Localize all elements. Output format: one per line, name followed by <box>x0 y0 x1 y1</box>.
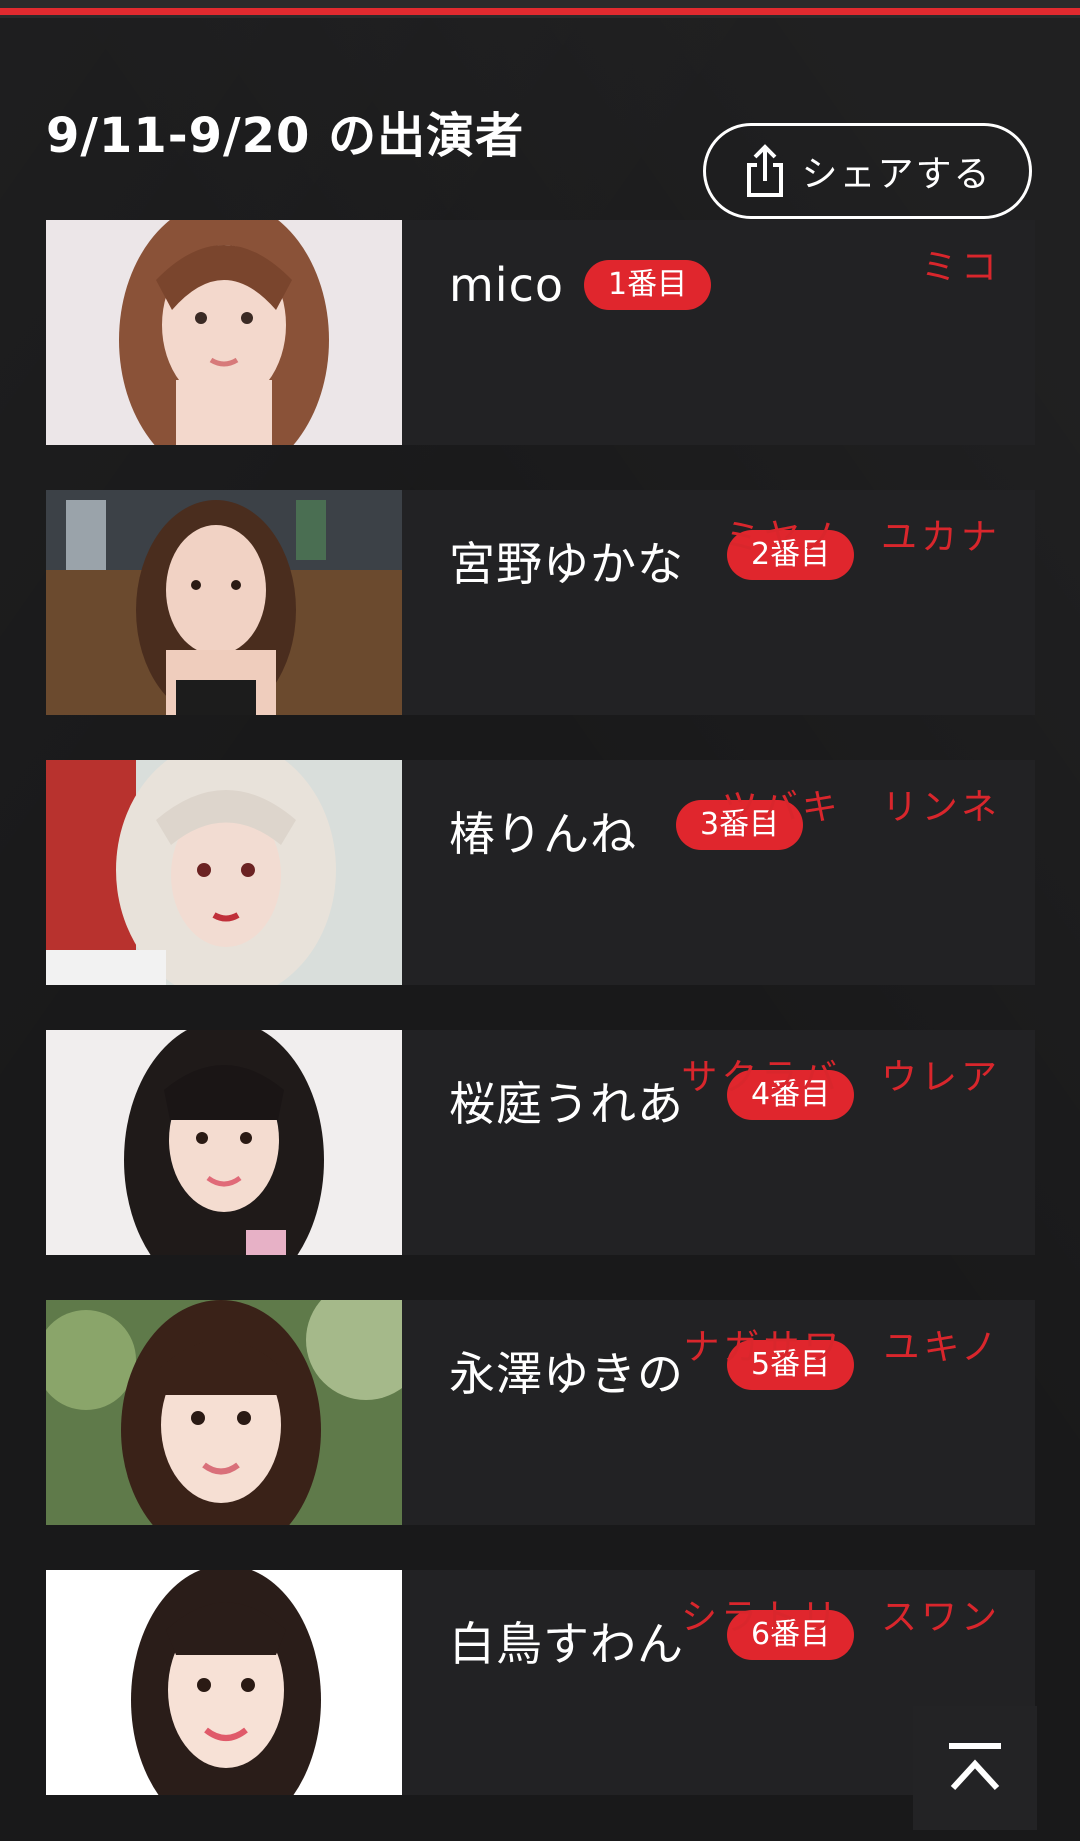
performer-kana: ツバキ リンネ <box>721 787 1001 828</box>
performer-photo <box>46 760 402 985</box>
performer-list: mico 1番目 ミコ 宮野ゆかな 2番目 ミヤノ ユカナ 椿りんね 3番目 ツ… <box>46 220 1035 1840</box>
performer-name: 宮野ゆかな <box>449 537 684 591</box>
performer-card[interactable]: 椿りんね 3番目 ツバキ リンネ <box>46 760 1035 985</box>
share-icon <box>747 144 784 197</box>
page: 9/11-9/20 の出演者 シェアする mico 1番目 ミコ 宮野ゆかな 2… <box>0 0 1080 1841</box>
performer-name: mico <box>449 258 565 312</box>
performer-kana: シラトリ スワン <box>680 1597 1001 1638</box>
performer-photo <box>46 1030 402 1255</box>
performer-kana: ミコ <box>920 247 1001 288</box>
performer-card[interactable]: 永澤ゆきの 5番目 ナガサワ ユキノ <box>46 1300 1035 1525</box>
share-label: シェアする <box>801 154 992 195</box>
chevron-up-icon <box>949 1743 1001 1791</box>
share-button[interactable]: シェアする <box>703 123 1032 219</box>
scroll-to-top-button[interactable] <box>913 1706 1037 1830</box>
performer-kana: ナガサワ ユキノ <box>683 1327 1001 1368</box>
performer-card[interactable]: 桜庭うれあ 4番目 サクラバ ウレア <box>46 1030 1035 1255</box>
performer-name: 椿りんね <box>449 807 637 861</box>
accent-line <box>0 8 1080 15</box>
performer-name: 白鳥すわん <box>449 1617 684 1671</box>
order-badge: 1番目 <box>584 260 712 310</box>
performer-kana: サクラバ ウレア <box>681 1057 1001 1098</box>
performer-photo <box>46 1570 402 1795</box>
performer-card[interactable]: mico 1番目 ミコ <box>46 220 1035 445</box>
performer-photo <box>46 490 402 715</box>
performer-photo <box>46 220 402 445</box>
performer-name: 桜庭うれあ <box>449 1077 684 1131</box>
top-bar <box>0 0 1080 18</box>
performer-name: 永澤ゆきの <box>449 1347 684 1401</box>
performer-card[interactable]: 白鳥すわん 6番目 シラトリ スワン <box>46 1570 1035 1795</box>
performer-kana: ミヤノ ユカナ <box>723 517 1001 558</box>
performer-photo <box>46 1300 402 1525</box>
performer-card[interactable]: 宮野ゆかな 2番目 ミヤノ ユカナ <box>46 490 1035 715</box>
section-title: 9/11-9/20 の出演者 <box>46 108 525 164</box>
